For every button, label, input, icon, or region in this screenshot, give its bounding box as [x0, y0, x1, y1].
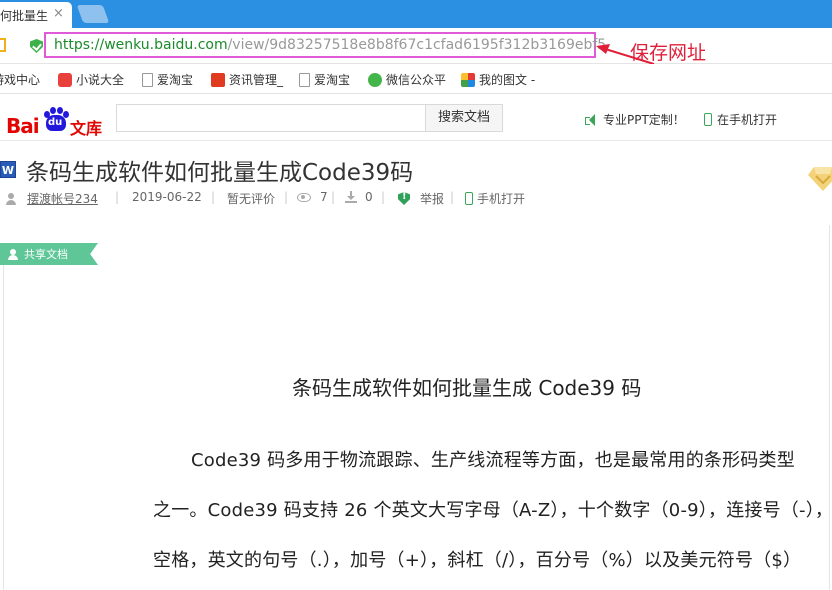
- content-line: 之一。Code39 码支持 26 个英文大写字母（A-Z），十个数字（0-9），…: [153, 500, 832, 521]
- download-count: 0: [345, 190, 373, 204]
- document-title: 条码生成软件如何批量生成Code39码: [26, 160, 414, 186]
- url-host: wenku.baidu.com: [104, 37, 228, 53]
- bookmark-item[interactable]: 我的图文 -: [461, 71, 535, 88]
- publish-date: 2019-06-22: [132, 190, 202, 204]
- bookmark-label: 爱淘宝: [157, 73, 194, 87]
- speaker-icon: [585, 113, 598, 126]
- content-heading: 条码生成软件如何批量生成 Code39 码: [292, 376, 642, 400]
- ppt-custom-label: 专业PPT定制！: [603, 113, 685, 127]
- open-on-phone-label: 在手机打开: [717, 113, 778, 127]
- bookmark-label: 爱淘宝: [314, 73, 351, 87]
- word-doc-icon: W: [0, 161, 16, 178]
- download-count-value: 0: [365, 190, 373, 204]
- bookmark-label: 微信公众平: [386, 73, 447, 87]
- ppt-custom-link[interactable]: 专业PPT定制！: [585, 111, 685, 128]
- tab-title: 何批量生: [0, 9, 49, 23]
- divider: |: [211, 190, 216, 204]
- divider: |: [284, 190, 289, 204]
- bookmark-label: 小说大全: [76, 73, 125, 87]
- tab-close-icon[interactable]: ×: [53, 6, 64, 21]
- page-border-left: [3, 265, 4, 590]
- novel-icon: [58, 72, 72, 87]
- wechat-icon: [368, 72, 382, 87]
- bookmark-item[interactable]: 爱淘宝: [299, 71, 350, 88]
- content-line: 空格，英文的句号（.），加号（+），斜杠（/），百分号（%）以及美元符号（$）: [153, 550, 802, 571]
- page-border-right: [829, 225, 830, 590]
- paw-icon: du: [42, 107, 70, 131]
- shared-doc-label: 共享文档: [24, 248, 68, 261]
- author-link[interactable]: 摆渡帐号234: [5, 190, 98, 207]
- document-meta: 摆渡帐号234 | 2019-06-22 | 暂无评价 | 7 | 0 | 举报…: [0, 190, 540, 206]
- bookmarks-bar: 游戏中心 小说大全 爱淘宝 资讯管理_ 爱淘宝 微信公众平 我的图文 -: [0, 64, 832, 94]
- url-text: https://wenku.baidu.com/view/9d83257518e…: [54, 37, 606, 53]
- bookmark-item[interactable]: 微信公众平: [368, 71, 446, 88]
- mobile-open-link[interactable]: 手机打开: [465, 190, 525, 207]
- content-line: Code39 码多用于物流跟踪、生产线流程等方面，也是最常用的条形码类型: [191, 450, 795, 471]
- view-count: 7: [297, 190, 328, 204]
- baidu-wenku-logo[interactable]: Bai du 文库: [6, 101, 102, 138]
- bookmark-item[interactable]: 游戏中心: [0, 71, 40, 88]
- bookmark-item[interactable]: 小说大全: [58, 71, 124, 88]
- shared-doc-ribbon: 共享文档: [0, 243, 98, 265]
- page-icon: [299, 72, 310, 87]
- url-path: /view/9d83257518e8b8f67c1cfad6195f312b31…: [227, 37, 607, 53]
- author-name: 摆渡帐号234: [27, 192, 98, 206]
- bookmark-item[interactable]: 资讯管理_: [211, 71, 283, 88]
- security-shield-icon[interactable]: [30, 39, 43, 53]
- divider: |: [115, 190, 120, 204]
- divider: |: [381, 190, 386, 204]
- eye-icon: [297, 192, 311, 202]
- bookmark-label: 资讯管理_: [229, 73, 284, 87]
- logo-du: du: [48, 117, 63, 128]
- rating: 暂无评价: [227, 192, 276, 206]
- divider: |: [450, 190, 455, 204]
- app-icon: [461, 72, 475, 87]
- search-button[interactable]: 搜索文档: [425, 104, 503, 132]
- home-icon[interactable]: [0, 38, 6, 52]
- report-label: 举报: [420, 192, 445, 206]
- divider: |: [331, 190, 336, 204]
- download-icon: [345, 191, 357, 203]
- logo-wenku: 文库: [70, 119, 103, 138]
- tab-strip: [0, 0, 832, 28]
- bookmark-label: 我的图文 -: [479, 73, 536, 87]
- user-icon: [8, 248, 18, 260]
- phone-icon: [465, 192, 473, 205]
- search-input[interactable]: [116, 104, 426, 132]
- open-on-phone-link[interactable]: 在手机打开: [704, 111, 777, 128]
- tab-active[interactable]: 何批量生 ×: [0, 2, 72, 28]
- logo-bai: Bai: [6, 114, 40, 138]
- news-icon: [211, 72, 225, 87]
- phone-icon: [704, 113, 712, 126]
- url-input[interactable]: https://wenku.baidu.com/view/9d83257518e…: [44, 32, 606, 58]
- vip-diamond-icon[interactable]: [808, 165, 832, 191]
- user-icon: [5, 192, 17, 205]
- bookmark-item[interactable]: 爱淘宝: [142, 71, 193, 88]
- page-icon: [142, 72, 153, 87]
- url-scheme: https://: [54, 37, 105, 53]
- bookmark-label: 游戏中心: [0, 73, 41, 87]
- mobile-open-label: 手机打开: [477, 192, 526, 206]
- view-count-value: 7: [320, 190, 328, 204]
- annotation-label: 保存网址: [630, 42, 707, 64]
- report-link[interactable]: 举报: [398, 190, 444, 207]
- report-icon: [398, 192, 410, 205]
